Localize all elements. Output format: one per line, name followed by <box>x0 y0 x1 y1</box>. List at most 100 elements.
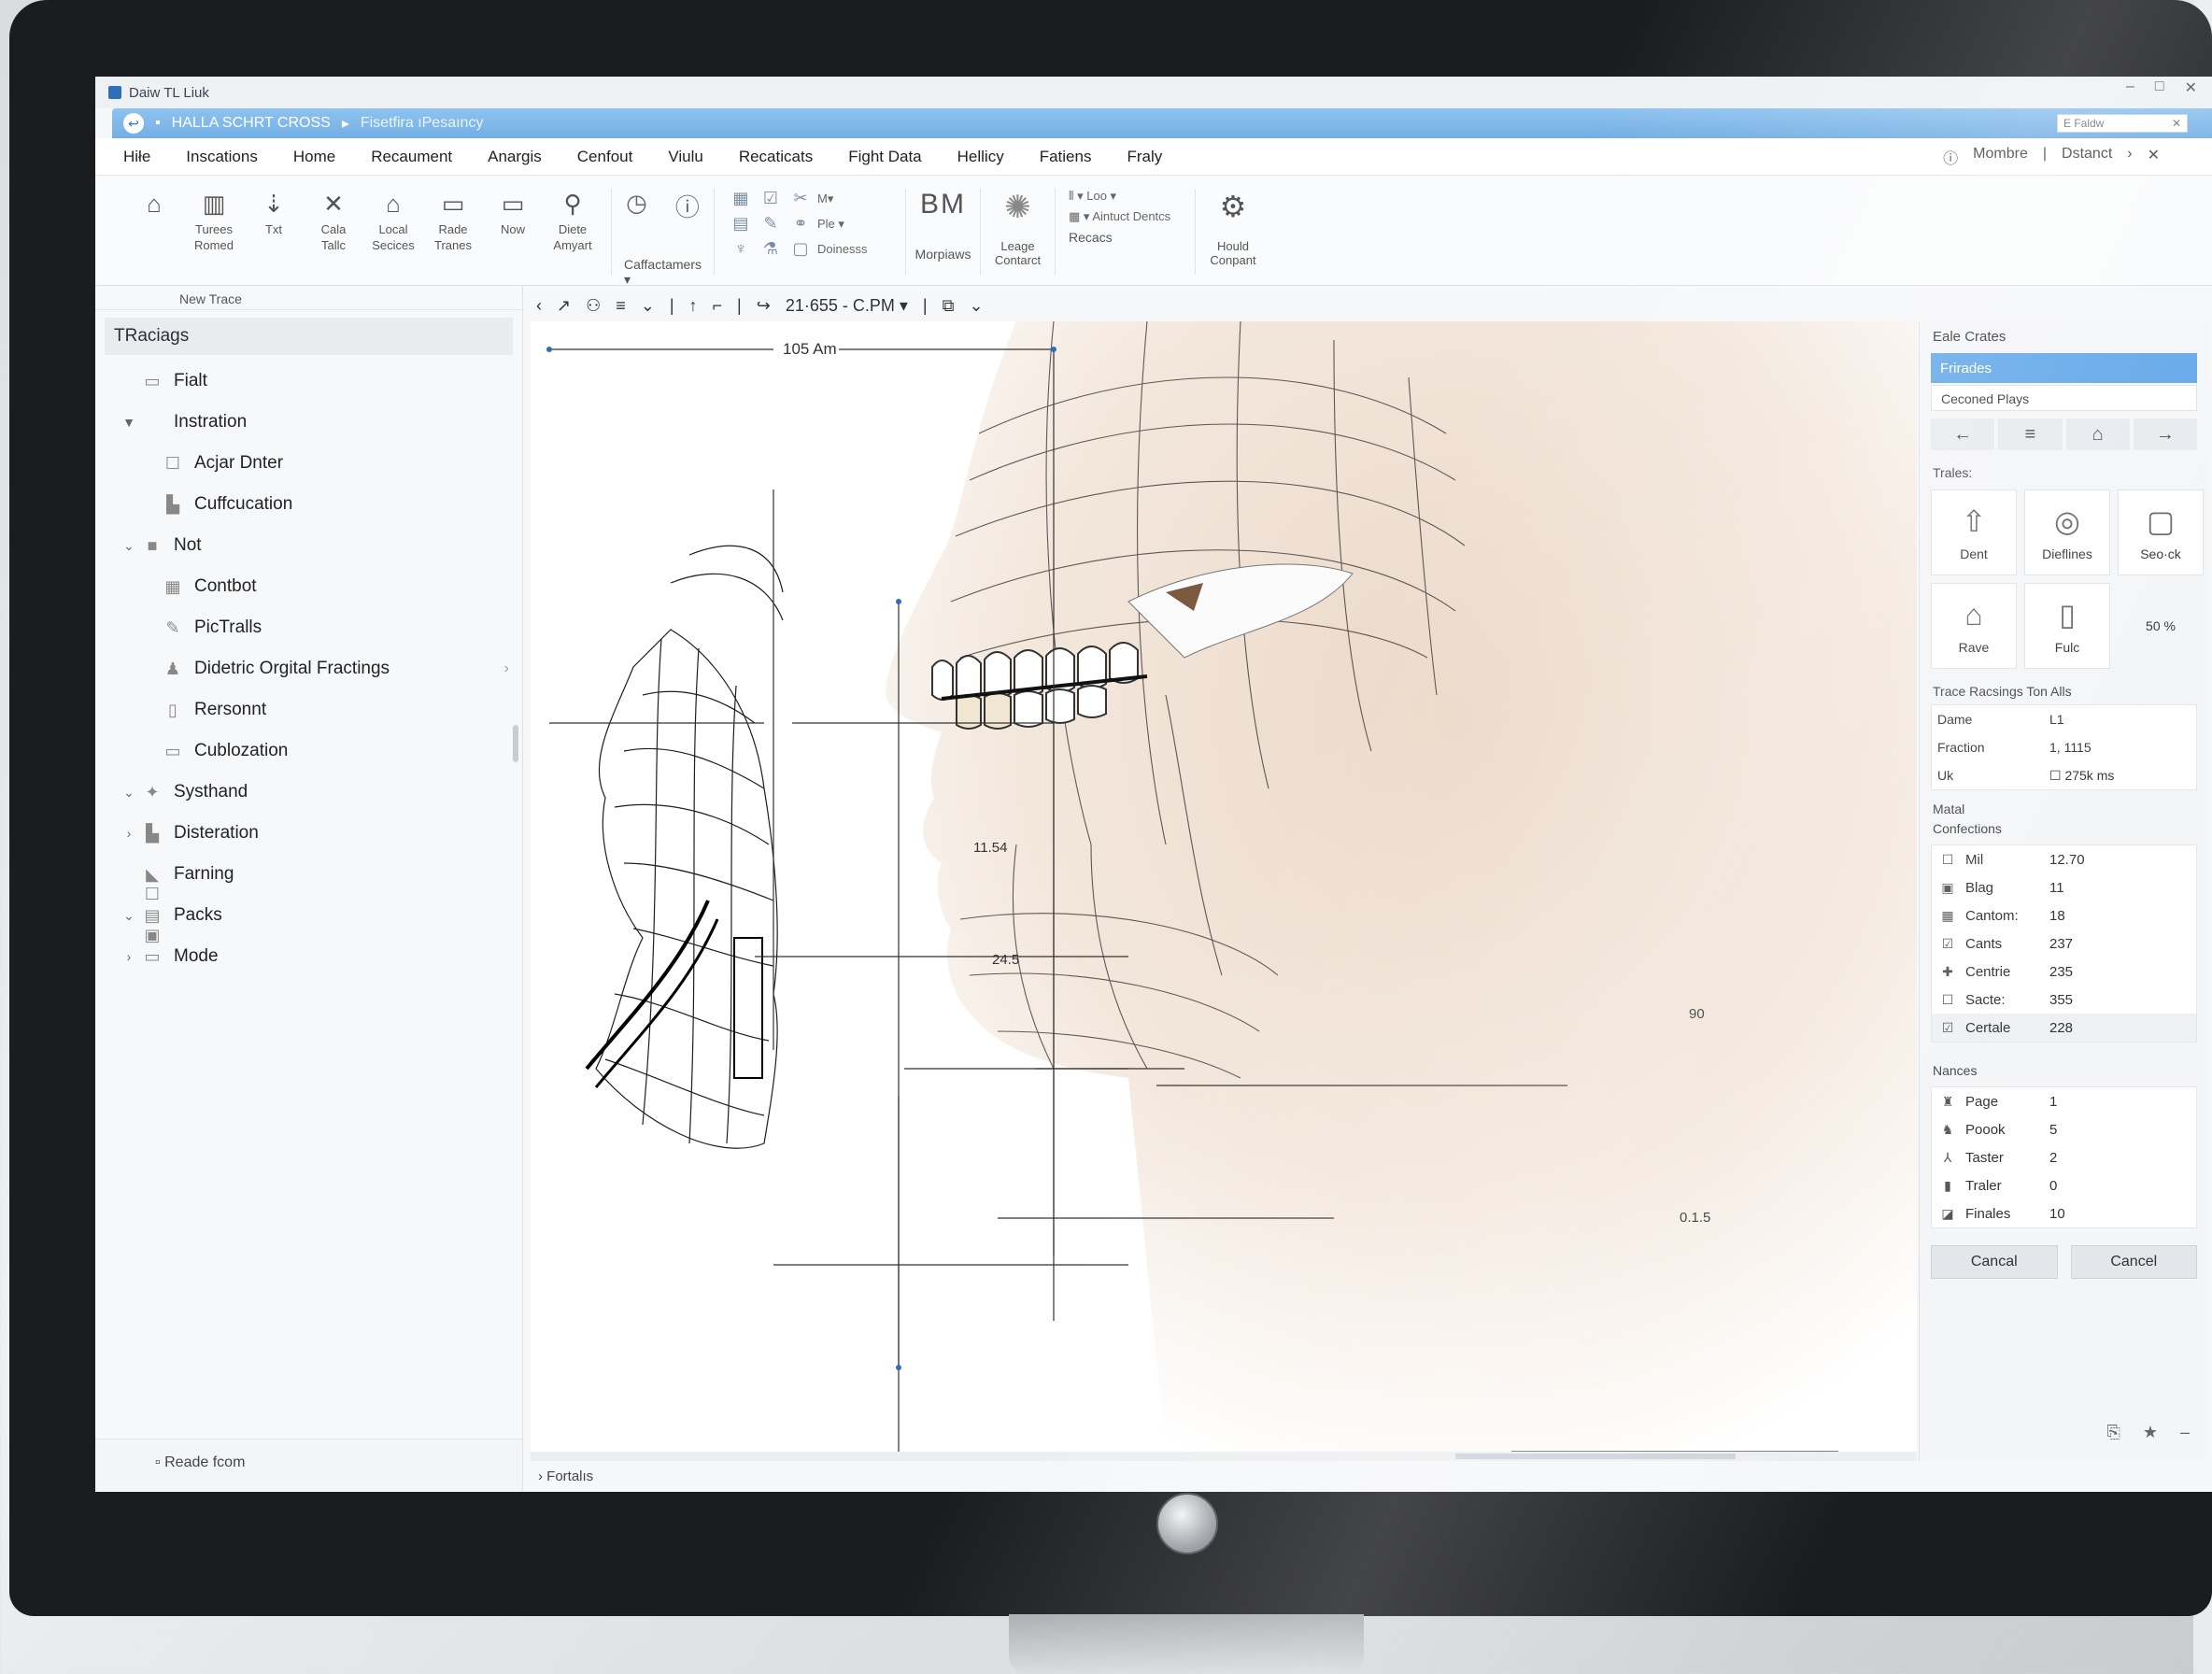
list-item-icon[interactable]: ◪ <box>1939 1206 1956 1221</box>
chevron-down-icon[interactable]: ⌄ <box>969 296 983 316</box>
redo-icon[interactable]: ↪ <box>757 296 771 316</box>
now-ribbon-button[interactable]: ▭ Now <box>488 189 538 238</box>
menu-item[interactable]: Fatiens <box>1040 148 1092 166</box>
tree-chevron-icon[interactable]: ⌄ <box>118 538 140 554</box>
search-close-icon[interactable]: ✕ <box>2172 117 2181 130</box>
zoom-percent[interactable]: 50 % <box>2118 583 2204 669</box>
tree-item[interactable]: ▭ Cublozation <box>95 731 522 772</box>
property-value[interactable]: ☐ 275k ms <box>2049 768 2114 784</box>
up-arrow-icon[interactable]: ↑ <box>689 296 698 316</box>
menu-icon[interactable]: ≡ <box>1998 418 2063 450</box>
menu-item[interactable]: Hellicy <box>957 148 1004 166</box>
tracing-canvas[interactable]: 105 Am 11.54 24.5 90 0.1.5 <box>531 321 1917 1452</box>
tree-chevron-icon[interactable]: ⌄ <box>118 785 140 801</box>
dstanct-link[interactable]: Dstanct <box>2062 146 2112 168</box>
list-item-icon[interactable]: ☐ <box>1939 852 1956 867</box>
align-icon[interactable]: ≡ <box>616 296 626 316</box>
search-input[interactable]: E Faldw ✕ <box>2057 114 2188 133</box>
txt-ribbon-button[interactable]: ⇣ Txt <box>248 189 299 238</box>
tree-item[interactable]: ⌄ ✦ Systhand <box>95 772 522 813</box>
tree-chevron-icon[interactable]: ▼ <box>118 415 140 430</box>
home-ribbon-button[interactable]: ⌂ <box>129 189 179 222</box>
gear-icon[interactable]: ⚙ <box>1220 189 1247 224</box>
leage-contarct-button[interactable]: Leage Contarct <box>985 239 1051 267</box>
list-item-icon[interactable]: ▮ <box>1939 1178 1956 1193</box>
menu-item[interactable]: Recaument <box>371 148 452 166</box>
check-icon[interactable]: ☑ <box>758 189 784 208</box>
morpiaws-button[interactable]: Morpiaws <box>915 247 971 262</box>
m-dropdown[interactable]: M▾ <box>817 192 892 206</box>
caffactamers-dropdown[interactable]: Caffactamers ▾ <box>624 257 702 288</box>
frame-icon[interactable]: ▢ <box>787 239 814 259</box>
list-item-icon[interactable]: ♜ <box>1939 1094 1956 1109</box>
menu-item[interactable]: Inscations <box>186 148 258 166</box>
tree-item[interactable]: ⌄ ■ Not <box>95 525 522 566</box>
tree-item[interactable]: ▙ Cuffcucation <box>95 484 522 525</box>
menu-item[interactable]: Anargis <box>488 148 542 166</box>
back-circle-icon[interactable]: ↩ <box>123 113 144 134</box>
list-item[interactable]: ☐ Mil 12.70 <box>1932 845 2196 873</box>
dieflines-tile[interactable]: ◎ Dieflines <box>2024 489 2110 575</box>
turees-ribbon-button[interactable]: ▥ Turees Romed <box>189 189 239 254</box>
loo-dropdown[interactable]: Loo ▾ <box>1086 189 1116 203</box>
hould-conpant-button[interactable]: Hould Conpant <box>1200 239 1266 267</box>
tree-item[interactable]: ◣ ☐ Farning <box>95 854 522 903</box>
aintuct-dropdown[interactable]: ▾ Aintuct Dentcs <box>1084 209 1170 223</box>
list-item-icon[interactable]: ⅄ <box>1939 1150 1956 1165</box>
menu-item[interactable]: Hiłe <box>123 148 150 166</box>
chevron-right-icon[interactable]: › <box>504 660 509 677</box>
menu-item[interactable]: Viulu <box>668 148 703 166</box>
tree-item[interactable]: ⌄ ▤ ▣ Packs <box>95 895 522 944</box>
document-tab-subtitle[interactable]: Fisetfira ıPesaıncy <box>361 115 484 132</box>
chart-icon[interactable]: ⫴ ▾ <box>1069 189 1084 203</box>
info-circle-icon[interactable]: ⓘ <box>675 189 700 223</box>
tree-item[interactable]: ☐ Acjar Dnter <box>95 443 522 484</box>
list-item[interactable]: ☑ Certale 228 <box>1932 1014 2196 1042</box>
layers-icon[interactable]: ⧉ <box>943 296 955 316</box>
selected-item[interactable]: Frirades <box>1931 353 2197 383</box>
seock-tile[interactable]: ▢ Seo·ck <box>2118 489 2204 575</box>
tree-chevron-icon[interactable]: ⌄ <box>118 908 140 924</box>
sun-icon[interactable]: ✺ <box>1004 189 1031 226</box>
time-dropdown[interactable]: 21·655 - C.PM ▾ <box>786 296 908 316</box>
list-item[interactable]: ⅄ Taster 2 <box>1932 1143 2196 1171</box>
list-item[interactable]: ▦ Cantom: 18 <box>1932 901 2196 929</box>
crop-icon[interactable]: ⌐ <box>713 296 723 316</box>
list-item[interactable]: ♜ Page 1 <box>1932 1087 2196 1115</box>
ribbon-close-icon[interactable]: ✕ <box>2148 146 2160 168</box>
chevron-right-icon[interactable]: › <box>2127 146 2132 168</box>
list-item-icon[interactable]: ✚ <box>1939 964 1956 979</box>
rade-ribbon-button[interactable]: ▭ Rade Tranes <box>428 189 478 254</box>
bulb-icon[interactable]: ♆ <box>728 239 754 259</box>
document-tab-bar[interactable]: ↩ ▪ HALLA SCHRT CROSS ▸ Fisetfira ıPesaı… <box>112 108 2212 138</box>
property-value[interactable]: L1 <box>2049 712 2064 727</box>
maximize-button[interactable]: □ <box>2155 78 2164 97</box>
tree-item[interactable]: ▦ Contbot <box>95 566 522 607</box>
cala-ribbon-button[interactable]: ✕ Cala Tallc <box>308 189 359 254</box>
local-ribbon-button[interactable]: ⌂ Local Secices <box>368 189 418 254</box>
tree-chevron-icon[interactable]: › <box>118 826 140 841</box>
pen-icon[interactable]: ✎ <box>758 214 784 234</box>
list-item-icon[interactable]: ☑ <box>1939 1020 1956 1035</box>
recacs-button[interactable]: Recacs <box>1069 230 1113 245</box>
doinesss-button[interactable]: Doinesss <box>817 242 892 256</box>
document-tab-title[interactable]: HALLA SCHRT CROSS <box>172 115 331 132</box>
list-item-icon[interactable]: ▦ <box>1939 908 1956 923</box>
flask-icon[interactable]: ⚗ <box>758 239 784 259</box>
chevron-left-icon[interactable]: ‹ <box>536 296 542 316</box>
pointer-icon[interactable]: ↗ <box>557 296 571 316</box>
dent-tile[interactable]: ⇧ Dent <box>1931 489 2017 575</box>
list-item-icon[interactable]: ♞ <box>1939 1122 1956 1137</box>
cancel-button[interactable]: Cancel <box>2070 1245 2197 1279</box>
menu-item[interactable]: Home <box>293 148 335 166</box>
tree-item[interactable]: ✎ PicTralls <box>95 607 522 648</box>
tree-item[interactable]: ▯ Rersonnt <box>95 689 522 731</box>
link-icon[interactable]: ⚭ <box>787 214 814 234</box>
list-item-icon[interactable]: ▣ <box>1939 880 1956 895</box>
property-value[interactable]: 1, 1115 <box>2049 740 2091 755</box>
home-icon[interactable]: ⌂ <box>2065 418 2130 450</box>
tree-item[interactable]: ▼ Instration <box>95 402 522 443</box>
diete-ribbon-button[interactable]: ⚲ Diete Amyart <box>547 189 598 254</box>
table-icon[interactable]: ▦ <box>728 189 754 208</box>
user-edit-icon[interactable]: ⚇ <box>586 296 601 316</box>
